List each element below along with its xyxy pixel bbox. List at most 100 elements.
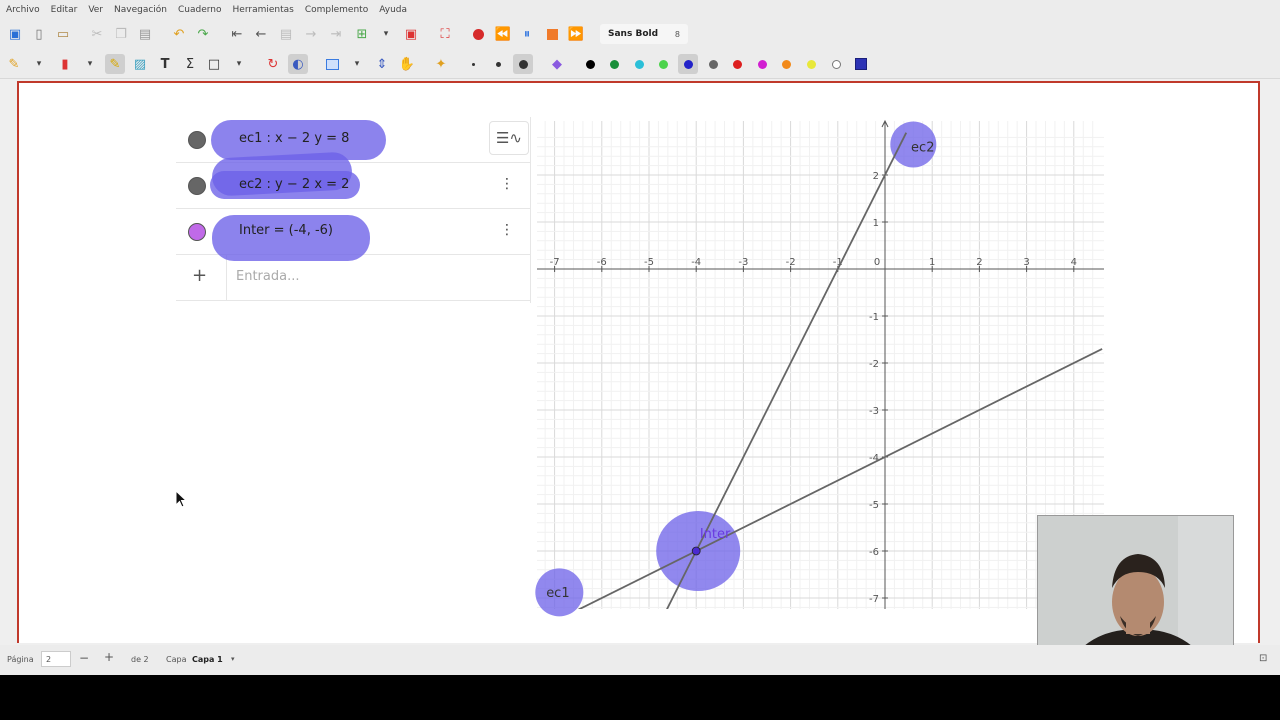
open-folder-icon[interactable]: ▭ [53, 24, 73, 44]
default-tool-icon[interactable]: ✦ [431, 54, 451, 74]
rewind-icon[interactable]: ⏪ [493, 24, 513, 44]
pen-icon[interactable]: ✎ [4, 54, 24, 74]
point-label: Inter = (-4, -6) [239, 223, 334, 238]
medium-thickness-icon[interactable] [488, 54, 508, 74]
paste-icon[interactable]: ▤ [135, 24, 155, 44]
select-dropdown-icon[interactable]: ▾ [347, 54, 367, 74]
shape-dropdown-icon[interactable]: ▾ [229, 54, 249, 74]
y-tick-label: -3 [869, 406, 879, 417]
layer-selector[interactable]: Capa 1 [192, 655, 223, 664]
image-icon[interactable]: ▨ [130, 54, 150, 74]
menu-editar[interactable]: Editar [51, 5, 78, 15]
color-swatch[interactable] [654, 54, 674, 74]
fine-thickness-icon[interactable] [463, 54, 483, 74]
x-tick-label: 4 [1071, 257, 1077, 268]
fullscreen-toggle-icon[interactable]: ⊡ [1259, 653, 1267, 664]
color-swatch[interactable] [605, 54, 625, 74]
color-swatch[interactable] [777, 54, 797, 74]
fast-forward-icon[interactable]: ⏩ [566, 24, 586, 44]
pen-dropdown-icon[interactable]: ▾ [29, 54, 49, 74]
y-tick-label: -7 [869, 594, 879, 605]
mouse-pointer-icon [175, 490, 188, 508]
color-swatch[interactable] [678, 54, 699, 74]
delete-page-icon[interactable]: ▣ [401, 24, 421, 44]
page-count: de 2 [131, 655, 149, 664]
menu-cuaderno[interactable]: Cuaderno [178, 5, 222, 15]
undo-icon[interactable]: ↶ [169, 24, 189, 44]
first-page-icon[interactable]: ⇤ [227, 24, 247, 44]
x-tick-label: -6 [597, 257, 607, 268]
fill-icon[interactable]: ◆ [547, 54, 567, 74]
ruler-magnet-icon[interactable]: ◐ [288, 54, 308, 74]
eraser-dropdown-icon[interactable]: ▾ [80, 54, 100, 74]
previous-page-icon[interactable]: ← [251, 24, 271, 44]
x-tick-label: -4 [691, 257, 701, 268]
decrement-page-icon[interactable]: − [79, 651, 89, 665]
menu-ayuda[interactable]: Ayuda [379, 5, 407, 15]
graph-label-ec2: ec2 [911, 141, 934, 156]
page-number-input[interactable]: 2 [41, 651, 71, 667]
graph-label-ec1: ec1 [546, 586, 569, 601]
tools-toolbar: ✎ ▾ ▮ ▾ ✎ ▨ T Σ □ ▾ ↻ ◐ ▾ ⇕ ✋ ✦ ◆ [0, 49, 1280, 79]
y-tick-label: -1 [869, 312, 879, 323]
menu-herramientas[interactable]: Herramientas [233, 5, 294, 15]
x-tick-label: 3 [1023, 257, 1029, 268]
color-swatch[interactable] [801, 54, 821, 74]
font-size: 8 [674, 29, 680, 39]
save-icon[interactable]: ▣ [5, 24, 25, 44]
fullscreen-icon[interactable]: ⛶ [435, 24, 455, 44]
graphics-style-icon[interactable]: ☰∿ [489, 121, 529, 155]
page-label: Página [7, 655, 34, 664]
record-icon[interactable] [468, 24, 488, 44]
thick-thickness-icon[interactable] [513, 54, 533, 74]
increment-page-icon[interactable]: + [104, 650, 114, 664]
color-swatch[interactable] [826, 54, 846, 74]
new-document-icon[interactable]: ▯ [29, 24, 49, 44]
text-tool-icon[interactable]: T [155, 54, 175, 74]
font-selector[interactable]: Sans Bold 8 [600, 24, 688, 44]
goto-page-icon[interactable]: ▤ [276, 24, 296, 44]
color-swatch[interactable] [703, 54, 723, 74]
insert-page-icon[interactable]: ⊞ [352, 24, 372, 44]
redo-icon[interactable]: ↷ [193, 24, 213, 44]
color-swatch[interactable] [629, 54, 649, 74]
highlighter-icon[interactable]: ✎ [105, 54, 125, 74]
x-tick-label: 2 [976, 257, 982, 268]
next-page-icon[interactable]: → [301, 24, 321, 44]
menu-bar: Archivo Editar Ver Navegación Cuaderno Herram… [0, 0, 1280, 19]
menu-archivo[interactable]: Archivo [6, 5, 40, 15]
shape-icon[interactable]: □ [204, 54, 224, 74]
y-tick-label: 1 [873, 218, 879, 229]
x-tick-label: -5 [644, 257, 654, 268]
x-tick-label: -2 [786, 257, 796, 268]
menu-complemento[interactable]: Complemento [305, 5, 368, 15]
hand-icon[interactable]: ✋ [397, 54, 417, 74]
insert-page-dropdown-icon[interactable]: ▾ [376, 24, 396, 44]
color-swatch[interactable] [580, 54, 600, 74]
equation-label: ec1 : x − 2 y = 8 [239, 131, 350, 146]
color-swatch[interactable] [752, 54, 772, 74]
color-swatch[interactable] [851, 54, 871, 74]
latex-icon[interactable]: Σ [180, 54, 200, 74]
last-page-icon[interactable]: ⇥ [326, 24, 346, 44]
vertical-space-icon[interactable]: ⇕ [372, 54, 392, 74]
point-inter [691, 546, 701, 556]
color-swatch[interactable] [728, 54, 748, 74]
xournal-window: Archivo Editar Ver Navegación Cuaderno Herram… [0, 0, 1280, 675]
y-tick-label: -5 [869, 500, 879, 511]
stop-icon[interactable] [542, 24, 562, 44]
y-tick-label: -6 [869, 547, 879, 558]
cut-icon[interactable]: ✂ [87, 24, 107, 44]
highlight-stroke [212, 215, 370, 261]
shape-recognizer-icon[interactable]: ↻ [263, 54, 283, 74]
pause-icon[interactable]: ⏸ [517, 24, 537, 44]
x-tick-label: -3 [738, 257, 748, 268]
select-rect-icon[interactable] [322, 54, 342, 74]
menu-ver[interactable]: Ver [88, 5, 103, 15]
layer-dropdown-icon[interactable]: ▾ [231, 655, 235, 663]
copy-icon[interactable]: ❐ [111, 24, 131, 44]
x-tick-label: 1 [929, 257, 935, 268]
menu-navegación[interactable]: Navegación [114, 5, 167, 15]
graph-label-inter: Inter [700, 527, 731, 542]
eraser-icon[interactable]: ▮ [55, 54, 75, 74]
